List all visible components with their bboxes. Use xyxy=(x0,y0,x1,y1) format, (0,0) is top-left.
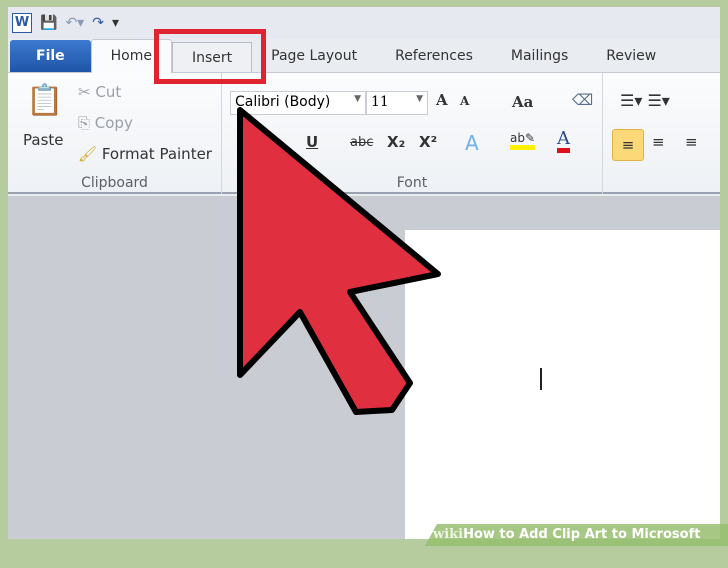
arrow-shape xyxy=(237,107,441,415)
wikihow-watermark: wikiHow to Add Clip Art to Microsoft Wor… xyxy=(425,524,728,546)
wiki-logo: wiki xyxy=(433,527,464,542)
pointer-arrow-icon xyxy=(237,107,441,415)
